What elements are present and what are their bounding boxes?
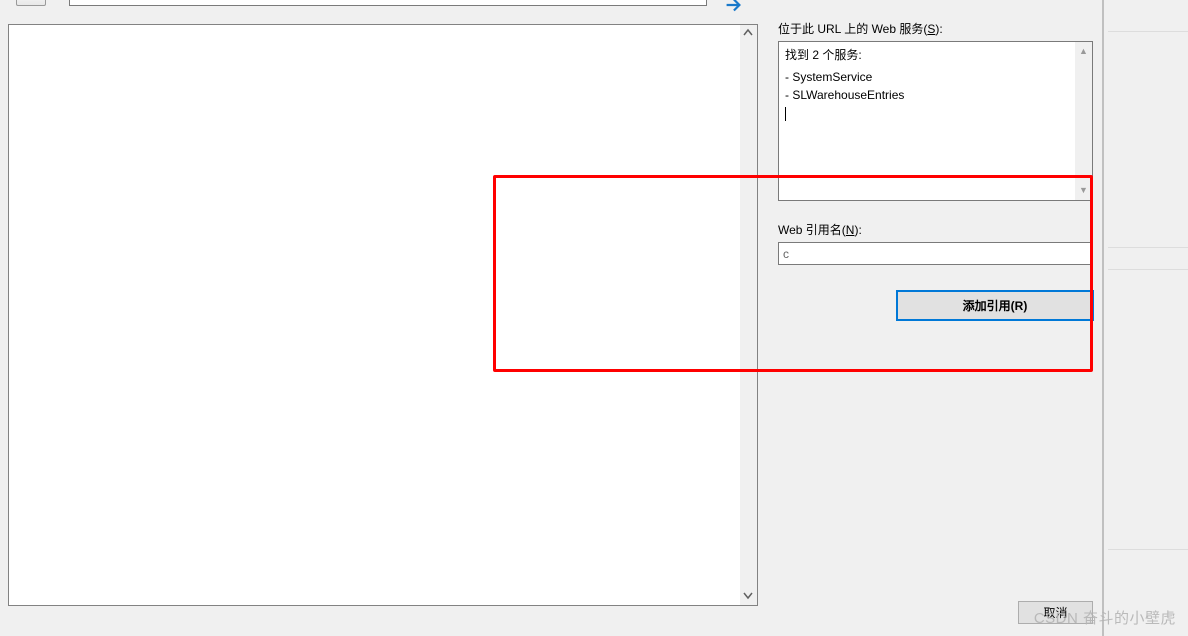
bg-line <box>1108 246 1188 248</box>
bg-line <box>1108 548 1188 550</box>
scroll-up-icon[interactable] <box>742 28 754 40</box>
right-panel: 位于此 URL 上的 Web 服务(S): 找到 2 个服务: - System… <box>778 20 1094 265</box>
text-cursor-icon <box>785 107 786 121</box>
services-found-text: 找到 2 个服务: <box>785 46 1086 64</box>
bg-line <box>1108 30 1188 32</box>
preview-scrollbar[interactable] <box>740 25 757 605</box>
dialog-right-edge <box>1102 0 1104 636</box>
url-icon-left <box>16 0 46 6</box>
preview-pane <box>8 24 758 606</box>
watermark-text: CSDN 奋斗的小壁虎 <box>1034 607 1176 628</box>
services-scrollbar[interactable]: ▲ ▼ <box>1075 42 1092 200</box>
web-ref-label: Web 引用名(N): <box>778 221 1094 238</box>
service-item[interactable]: - SystemService <box>785 68 1086 86</box>
add-reference-button[interactable]: 添加引用(R) <box>896 290 1094 321</box>
services-label-prefix: 位于此 URL 上的 Web 服务( <box>778 22 927 36</box>
go-arrow-icon[interactable] <box>722 0 740 10</box>
web-reference-name-input[interactable] <box>778 242 1093 265</box>
service-item[interactable]: - SLWarehouseEntries <box>785 86 1086 104</box>
scroll-down-icon[interactable]: ▼ <box>1079 184 1088 198</box>
scroll-up-icon[interactable]: ▲ <box>1079 45 1088 59</box>
services-listbox[interactable]: 找到 2 个服务: - SystemService - SLWarehouseE… <box>778 41 1093 201</box>
services-label-suffix: ): <box>935 22 942 36</box>
web-ref-label-prefix: Web 引用名( <box>778 223 846 237</box>
services-label: 位于此 URL 上的 Web 服务(S): <box>778 20 1094 37</box>
web-ref-label-suffix: ): <box>854 223 861 237</box>
url-input[interactable] <box>69 0 707 6</box>
scroll-down-icon[interactable] <box>742 590 754 602</box>
bg-line <box>1108 268 1188 270</box>
